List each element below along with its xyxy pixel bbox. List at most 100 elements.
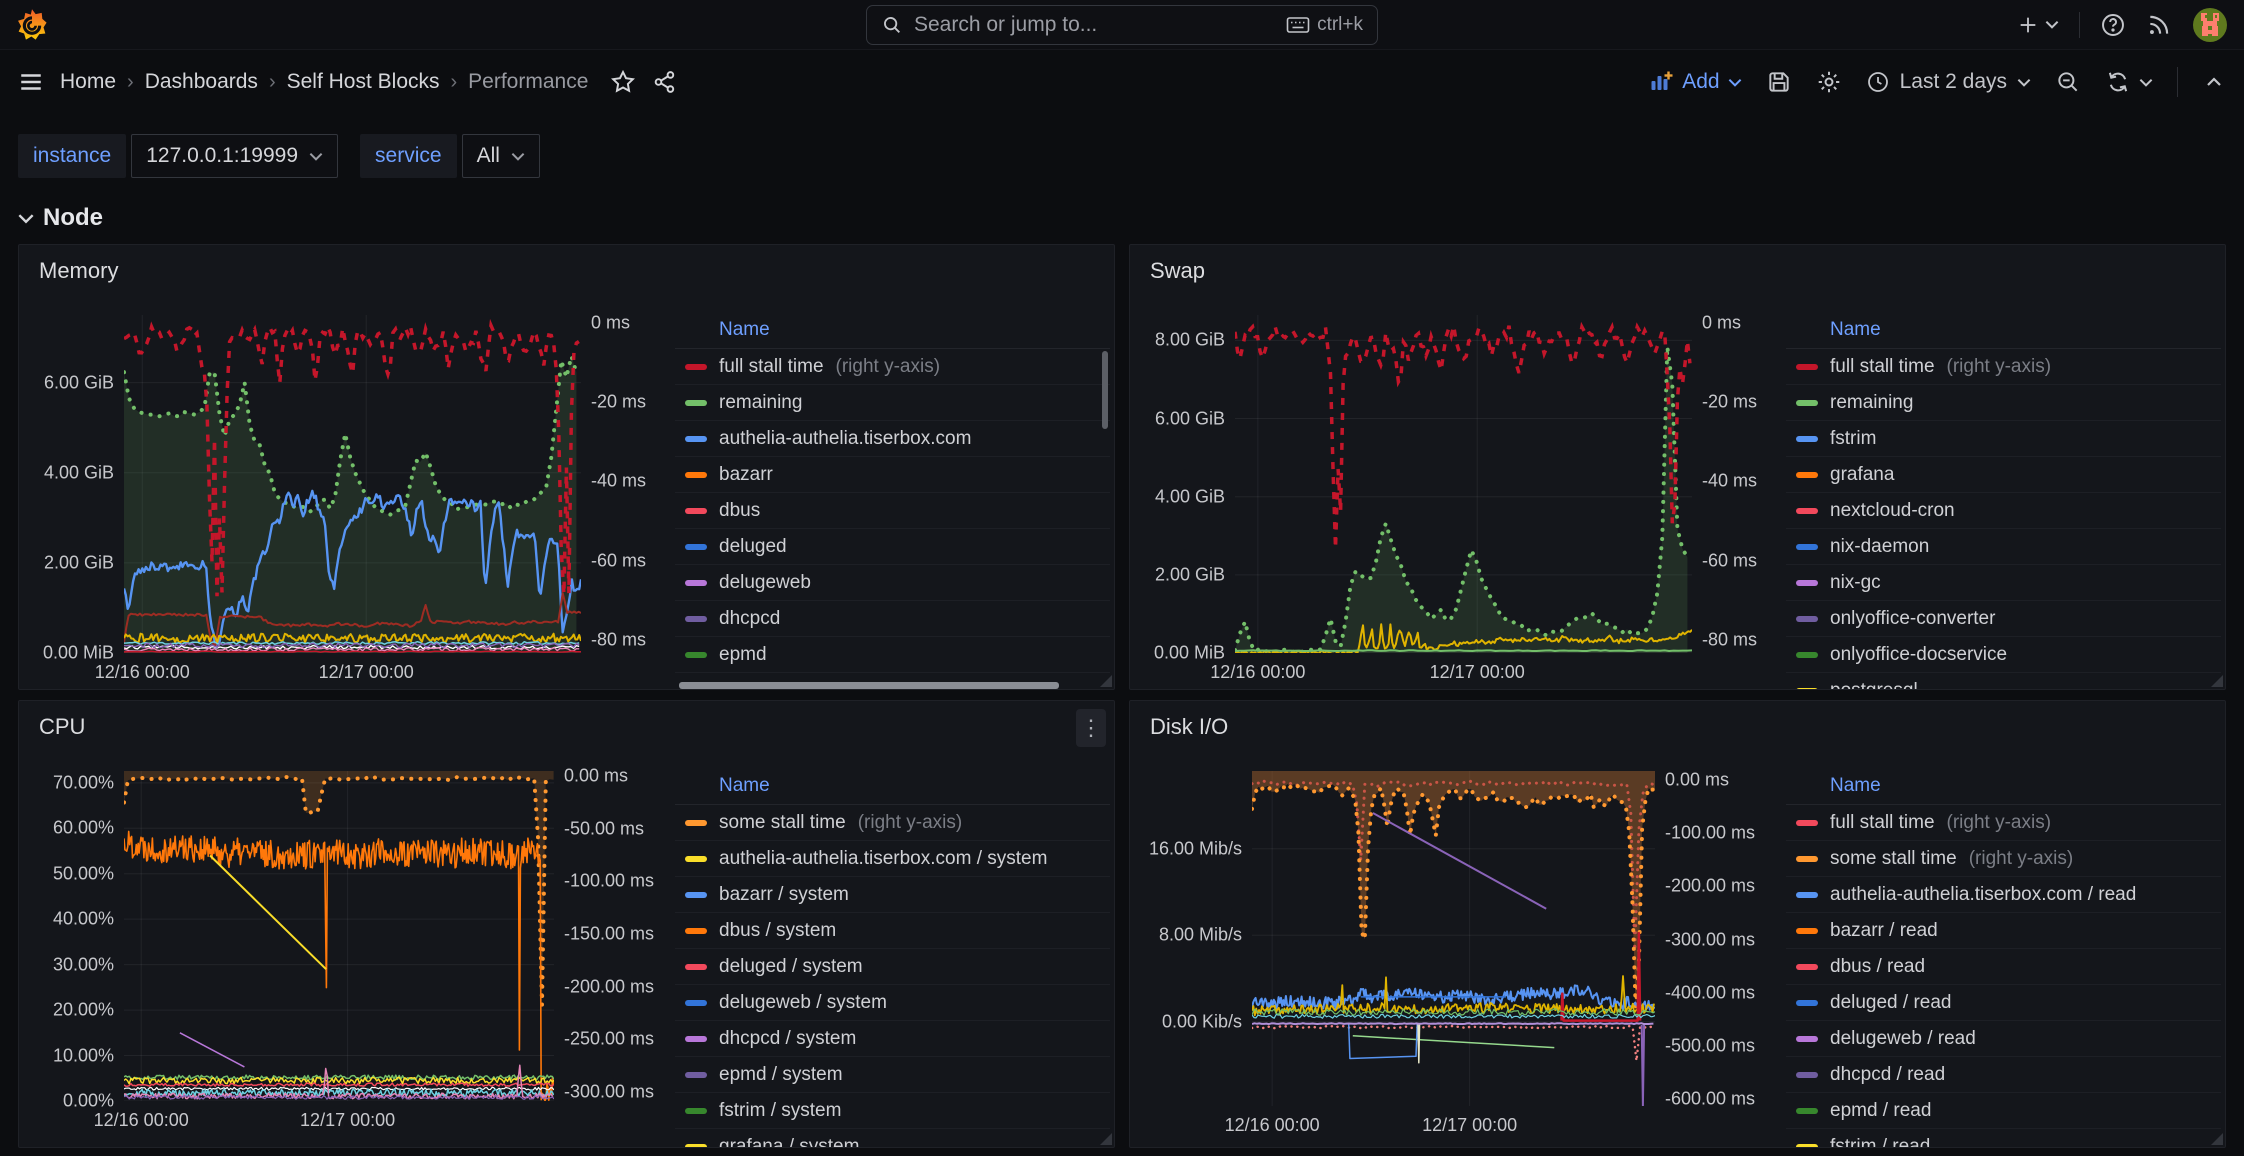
legend-item[interactable]: fstrim / system	[675, 1093, 1110, 1129]
legend-item[interactable]: nix-gc	[1786, 565, 2221, 601]
legend-item[interactable]: dhcpcd	[675, 601, 1110, 637]
legend-item[interactable]: epmd / read	[1786, 1093, 2221, 1129]
x-axis: 12/16 00:0012/17 00:00	[124, 1101, 554, 1135]
breadcrumb-home[interactable]: Home	[60, 70, 116, 94]
panel-title[interactable]: CPU	[39, 714, 85, 740]
mega-menu-icon[interactable]	[18, 69, 44, 95]
share-icon[interactable]	[652, 69, 678, 95]
panel-title[interactable]: Memory	[39, 258, 118, 284]
legend-item[interactable]: onlyoffice-converter	[1786, 601, 2221, 637]
legend-item[interactable]: authelia-authelia.tiserbox.com	[675, 421, 1110, 457]
legend-item[interactable]: delugeweb / read	[1786, 1021, 2221, 1057]
y-axis-right-tick: -200.00 ms	[564, 976, 654, 997]
legend-item[interactable]: authelia-authelia.tiserbox.com / read	[1786, 877, 2221, 913]
legend-header-name[interactable]: Name	[1786, 315, 2221, 349]
help-icon[interactable]	[2100, 12, 2126, 38]
legend-swatch	[1796, 1000, 1818, 1006]
save-dashboard-button[interactable]	[1766, 69, 1792, 95]
legend-item[interactable]: full stall time (right y-axis)	[675, 349, 1110, 385]
refresh-button[interactable]	[2105, 69, 2153, 95]
legend-item[interactable]: grafana / system	[675, 1129, 1110, 1147]
legend-item[interactable]: delugeweb	[675, 565, 1110, 601]
legend-header-name[interactable]: Name	[1786, 771, 2221, 805]
y-axis-left: 0.00 MiB2.00 GiB4.00 GiB6.00 GiB	[29, 315, 124, 690]
time-range-picker[interactable]: Last 2 days	[1866, 70, 2031, 94]
x-axis-tick: 12/16 00:00	[1225, 1115, 1320, 1136]
dashboard-settings-button[interactable]	[1816, 69, 1842, 95]
chart-plot[interactable]	[1252, 771, 1655, 1106]
legend-item[interactable]: deluged / read	[1786, 985, 2221, 1021]
chart-plot[interactable]	[124, 315, 581, 653]
legend-scrollbar-vertical[interactable]	[1102, 351, 1108, 429]
legend-item[interactable]: bazarr / read	[1786, 913, 2221, 949]
user-avatar[interactable]	[2192, 7, 2228, 43]
legend-item[interactable]: nix-daemon	[1786, 529, 2221, 565]
y-axis-right-tick: -250.00 ms	[564, 1029, 654, 1050]
legend-item[interactable]: fstrim / read	[1786, 1129, 2221, 1147]
legend-item[interactable]: some stall time (right y-axis)	[675, 805, 1110, 841]
variables-row: instance 127.0.0.1:19999 service All	[0, 114, 2244, 178]
legend-item[interactable]: postgresql	[1786, 673, 2221, 690]
legend-swatch	[685, 928, 707, 934]
variable-service-label[interactable]: service	[360, 134, 457, 178]
legend-label: nextcloud-cron	[1830, 500, 1955, 522]
legend-item[interactable]: full stall time (right y-axis)	[1786, 805, 2221, 841]
legend-item[interactable]: deluged / system	[675, 949, 1110, 985]
legend-item[interactable]: onlyoffice-docservice	[1786, 637, 2221, 673]
grafana-logo-icon[interactable]	[16, 8, 48, 42]
legend-item[interactable]: remaining	[675, 385, 1110, 421]
legend-swatch	[685, 1072, 707, 1078]
y-axis-right-tick: -60 ms	[1702, 550, 1757, 571]
breadcrumb-dashboards[interactable]: Dashboards	[145, 70, 258, 94]
legend-item[interactable]: nextcloud-cron	[1786, 493, 2221, 529]
legend-item[interactable]: some stall time (right y-axis)	[1786, 841, 2221, 877]
legend-swatch	[685, 964, 707, 970]
legend-item[interactable]: fstrim	[1786, 421, 2221, 457]
legend-item[interactable]: dbus	[675, 493, 1110, 529]
legend-item[interactable]: grafana	[1786, 457, 2221, 493]
y-axis-right-tick: -20 ms	[591, 392, 646, 413]
legend-item[interactable]: delugeweb / system	[675, 985, 1110, 1021]
legend-swatch	[1796, 892, 1818, 898]
legend-item[interactable]: deluged	[675, 529, 1110, 565]
legend-item[interactable]: full stall time (right y-axis)	[1786, 349, 2221, 385]
legend-header-name[interactable]: Name	[675, 771, 1110, 805]
legend-item[interactable]: authelia-authelia.tiserbox.com / system	[675, 841, 1110, 877]
variable-instance-value[interactable]: 127.0.0.1:19999	[131, 134, 338, 178]
panel-menu-kebab-icon[interactable]: ⋮	[1076, 709, 1106, 747]
legend-item[interactable]: dhcpcd / read	[1786, 1057, 2221, 1093]
add-panel-button[interactable]: Add	[1648, 70, 1741, 94]
legend-item[interactable]: bazarr / system	[675, 877, 1110, 913]
favorite-star-icon[interactable]	[610, 69, 636, 95]
legend-item[interactable]: remaining	[1786, 385, 2221, 421]
legend-item[interactable]: epmd	[675, 637, 1110, 673]
zoom-out-button[interactable]	[2055, 69, 2081, 95]
legend-swatch	[1796, 472, 1818, 478]
chart-plot[interactable]	[1235, 315, 1692, 653]
breadcrumb-folder[interactable]: Self Host Blocks	[287, 70, 440, 94]
x-axis: 12/16 00:0012/17 00:00	[1252, 1106, 1655, 1140]
new-item-button[interactable]	[2017, 14, 2059, 36]
legend-item[interactable]: dbus / read	[1786, 949, 2221, 985]
legend-item[interactable]: dhcpcd / system	[675, 1021, 1110, 1057]
y-axis-left-tick: 0.00 MiB	[43, 643, 114, 664]
legend-item[interactable]: epmd / system	[675, 1057, 1110, 1093]
search-input[interactable]: Search or jump to... ctrl+k	[866, 5, 1378, 45]
legend-header-name[interactable]: Name	[675, 315, 1110, 349]
panel-title[interactable]: Disk I/O	[1150, 714, 1228, 740]
legend-item[interactable]: dbus / system	[675, 913, 1110, 949]
legend-label: authelia-authelia.tiserbox.com / system	[719, 848, 1047, 870]
legend-swatch	[685, 820, 707, 826]
legend-swatch	[685, 364, 707, 370]
chart-plot[interactable]	[124, 771, 554, 1101]
collapse-toolbar-icon[interactable]	[2202, 70, 2226, 94]
panel-title[interactable]: Swap	[1150, 258, 1205, 284]
variable-service-value[interactable]: All	[462, 134, 540, 178]
legend-label: bazarr / read	[1830, 920, 1938, 942]
legend-scrollbar-horizontal[interactable]	[679, 682, 1059, 689]
search-shortcut: ctrl+k	[1286, 14, 1363, 36]
row-node-toggle[interactable]: Node	[0, 178, 2244, 244]
variable-instance-label[interactable]: instance	[18, 134, 126, 178]
legend-item[interactable]: bazarr	[675, 457, 1110, 493]
news-rss-icon[interactable]	[2146, 12, 2172, 38]
